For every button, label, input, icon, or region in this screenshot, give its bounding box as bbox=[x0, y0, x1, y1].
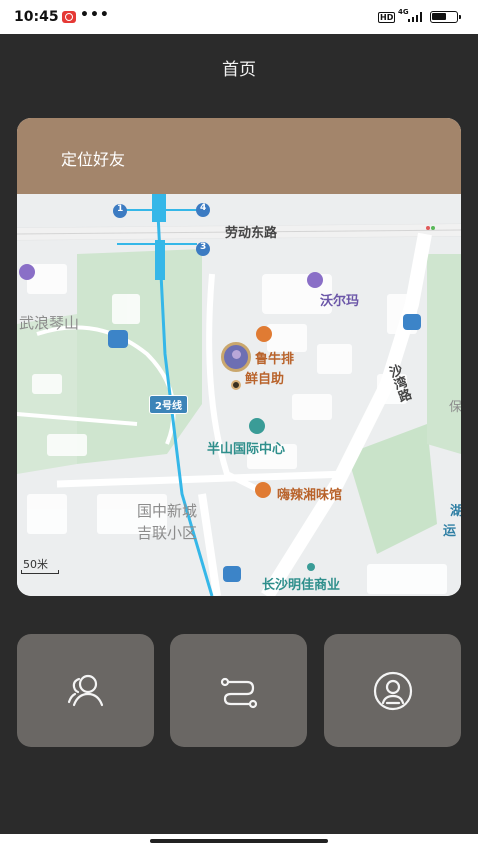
poi-label-restaurant: 鲁牛排 bbox=[255, 352, 295, 367]
poi-label-hot-xiang: 嗨辣湘味馆 bbox=[277, 488, 343, 503]
area-label-wulang-qinshan: 武浪琴山 bbox=[19, 314, 80, 332]
status-time: 10:45 bbox=[14, 9, 59, 25]
road-label-laodong-east: 劳动东路 bbox=[225, 226, 278, 241]
battery-icon bbox=[430, 11, 461, 23]
edge-label-xu: 保 bbox=[449, 400, 461, 415]
poi-label-changsha-mingjia: 长沙明佳商业 bbox=[262, 578, 341, 593]
signal-icon bbox=[408, 12, 424, 22]
card-title: 定位好友 bbox=[61, 150, 126, 169]
area-label-jilian-xiaoqu: 吉联小区 bbox=[137, 524, 198, 542]
exit-label-1: 1 bbox=[117, 204, 124, 214]
poi-label-walmart: 沃尔玛 bbox=[320, 294, 360, 309]
card-header[interactable]: 定位好友 bbox=[17, 118, 461, 194]
poi-label-buffet: 鲜自助 bbox=[245, 372, 285, 387]
locate-friends-card[interactable]: 定位好友 劳动东路 沙湾路 沃尔玛 鲁牛排 鲜自助 半山国际中心 嗨辣湘味馆 长… bbox=[17, 118, 461, 596]
area-label-guozhong-xincheng: 国中新城 bbox=[137, 502, 198, 520]
friend-location-marker[interactable] bbox=[221, 342, 251, 372]
location-pin-dot bbox=[231, 380, 241, 390]
map-scale-bar bbox=[21, 570, 59, 574]
exit-label-3: 3 bbox=[200, 242, 207, 252]
route-button[interactable] bbox=[170, 634, 307, 747]
profile-button[interactable] bbox=[324, 634, 461, 747]
friends-button[interactable] bbox=[17, 634, 154, 747]
app-notification-icon bbox=[62, 11, 76, 23]
status-bar: 10:45 ••• HD 4G bbox=[0, 0, 478, 34]
system-nav-bar bbox=[0, 834, 478, 850]
exit-label-4: 4 bbox=[200, 203, 207, 213]
hd-indicator: HD bbox=[378, 12, 396, 23]
users-icon bbox=[67, 674, 103, 706]
user-circle-icon bbox=[373, 671, 412, 710]
map-view[interactable]: 劳动东路 沙湾路 沃尔玛 鲁牛排 鲜自助 半山国际中心 嗨辣湘味馆 长沙明佳商业… bbox=[17, 194, 461, 596]
more-notifications-icon: ••• bbox=[80, 7, 110, 23]
page-title: 首页 bbox=[222, 60, 256, 80]
metro-line-badge: 2号线 bbox=[149, 395, 188, 414]
edge-label-yun: 运 bbox=[443, 524, 457, 539]
poi-label-banshan-center: 半山国际中心 bbox=[207, 442, 286, 457]
edge-label-hu: 湖 bbox=[450, 504, 461, 519]
route-icon bbox=[220, 677, 257, 708]
home-indicator[interactable] bbox=[150, 839, 328, 843]
